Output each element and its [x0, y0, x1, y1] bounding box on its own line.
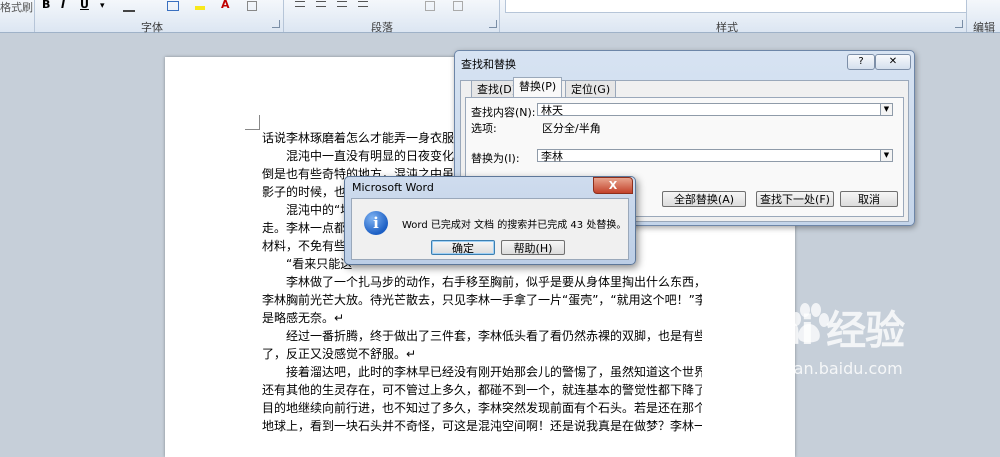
info-icon: i: [364, 211, 388, 235]
message-text: Word 已完成对 文档 的搜索并已完成 43 处替换。: [402, 220, 627, 231]
word-message-box: Microsoft Word X i Word 已完成对 文档 的搜索并已完成 …: [344, 176, 636, 265]
help-button[interactable]: 帮助(H): [501, 240, 565, 255]
replace-label: 替换为(I):: [471, 152, 520, 165]
cancel-button[interactable]: 取消: [840, 191, 898, 207]
document-line: 李林做了一个扎马步的动作，右手移至胸前，似乎是要从身体里掏出什么东西，一时间: [286, 275, 702, 289]
tab-replace[interactable]: 替换(P): [513, 77, 563, 98]
justify-icon[interactable]: [358, 1, 368, 7]
font-color-icon[interactable]: A: [221, 0, 230, 11]
ribbon-separator: [499, 0, 500, 32]
ribbon: 格式刷 B I U ▾ A 字体 段落 样式 编辑: [0, 0, 1000, 34]
ribbon-separator: [966, 0, 967, 32]
baidu-watermark: Bai 经验 jingyan.baidu.com: [740, 296, 1000, 404]
document-line: 是略感无奈。↵: [262, 311, 345, 325]
find-next-button[interactable]: 查找下一处(F): [756, 191, 834, 207]
close-button[interactable]: X: [593, 177, 633, 194]
find-input[interactable]: 林天 ▼: [537, 103, 893, 117]
highlight-icon[interactable]: [195, 6, 205, 10]
replace-value: 李林: [541, 150, 563, 163]
document-line: 地球上，看到一块石头并不奇怪，可这是混沌空间啊！还是说我真是在做梦？李林一时之间: [262, 419, 702, 433]
document-line: 李林胸前光芒大放。待光芒散去，只见李林一手拿了一片“蛋壳”，“就用这个吧！”李林…: [262, 293, 702, 307]
underline-button[interactable]: U: [80, 0, 89, 11]
document-line: 了，反正又没感觉不舒服。↵: [262, 347, 417, 361]
options-label: 选项:: [471, 122, 497, 135]
replace-all-button[interactable]: 全部替换(A): [662, 191, 746, 207]
underline-dropdown-icon[interactable]: ▾: [100, 1, 110, 11]
dialog-title: 查找和替换: [461, 58, 516, 71]
tab-goto[interactable]: 定位(G): [565, 80, 617, 98]
message-title: Microsoft Word: [352, 181, 434, 194]
font-dialog-launcher[interactable]: [272, 20, 280, 28]
chevron-down-icon[interactable]: ▼: [880, 150, 892, 161]
strikethrough-icon[interactable]: [123, 1, 135, 12]
margin-corner-mark: [245, 115, 260, 130]
find-label: 查找内容(N):: [471, 106, 536, 119]
styles-gallery[interactable]: [505, 0, 967, 13]
text-effects-icon[interactable]: [167, 1, 179, 11]
options-value: 区分全/半角: [542, 122, 601, 135]
borders-icon[interactable]: [453, 1, 463, 11]
ok-button[interactable]: 确定: [431, 240, 495, 255]
char-border-icon[interactable]: [247, 1, 257, 11]
chevron-down-icon[interactable]: ▼: [880, 104, 892, 115]
document-line: 目的地继续向前行进，也不知过了多久，李林突然发现前面有个石头。若是还在那个熟悉的: [262, 401, 702, 415]
italic-button[interactable]: I: [61, 0, 65, 11]
ribbon-separator: [283, 0, 284, 32]
shading-icon[interactable]: [425, 1, 435, 11]
watermark-url: jingyan.baidu.com: [755, 359, 903, 378]
help-button[interactable]: ?: [847, 54, 875, 70]
align-right-icon[interactable]: [337, 1, 347, 7]
align-center-icon[interactable]: [316, 1, 326, 7]
format-painter-label[interactable]: 格式刷: [0, 0, 33, 15]
replace-input[interactable]: 李林 ▼: [537, 149, 893, 163]
align-left-icon[interactable]: [295, 1, 305, 7]
document-line: 接着溜达吧，此时的李林早已经没有刚开始那会儿的警惕了，虽然知道这个世界里肯定: [286, 365, 702, 379]
styles-dialog-launcher[interactable]: [955, 20, 963, 28]
document-line: 经过一番折腾，终于做出了三件套，李林低头看了看仍然赤裸的双脚，也是有些无所谓: [286, 329, 702, 343]
paragraph-dialog-launcher[interactable]: [489, 20, 497, 28]
paw-icon: [791, 303, 829, 343]
close-button[interactable]: ✕: [875, 54, 911, 70]
bold-button[interactable]: B: [42, 0, 50, 11]
message-body: i Word 已完成对 文档 的搜索并已完成 43 处替换。 确定 帮助(H): [351, 198, 629, 260]
ribbon-separator: [34, 0, 35, 32]
document-line: 还有其他的生灵存在，可不管过上多久，都碰不到一个，就连基本的警觉性都下降了。漫无: [262, 383, 702, 397]
find-value: 林天: [541, 104, 563, 117]
